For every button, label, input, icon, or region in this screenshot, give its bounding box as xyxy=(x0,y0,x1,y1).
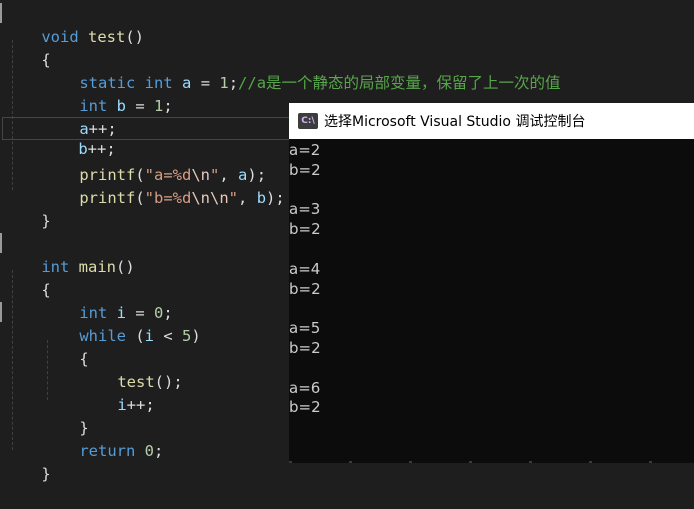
output-line: a=5 xyxy=(289,319,321,338)
code-line: } xyxy=(4,440,50,483)
operator: = xyxy=(191,74,220,92)
comment: //a是一个静态的局部变量，保留了上一次的值 xyxy=(238,74,561,92)
number: 1 xyxy=(154,97,164,115)
number: 5 xyxy=(182,327,192,345)
punctuation: ( xyxy=(126,327,145,345)
code-line: void test() xyxy=(4,3,144,46)
code-line: static int a = 1;//a是一个静态的局部变量，保留了上一次的值 xyxy=(42,49,560,92)
code-line: while (i < 5) xyxy=(42,302,200,345)
output-line: b=2 xyxy=(289,160,321,179)
brace: } xyxy=(41,212,51,230)
code-line: test(); xyxy=(80,348,182,391)
console-icon-label: C:\ xyxy=(301,116,315,126)
variable: b xyxy=(256,189,267,207)
code-line: int main() xyxy=(4,233,134,276)
punctuation: () xyxy=(125,28,144,46)
punctuation: () xyxy=(116,258,135,276)
string: "b=%d xyxy=(144,189,192,207)
punctuation: (); xyxy=(154,373,183,391)
output-line: b=2 xyxy=(289,338,321,357)
variable: a xyxy=(182,74,192,92)
code-line: } xyxy=(42,394,88,437)
variable: i xyxy=(117,396,127,414)
output-line: a=4 xyxy=(289,259,321,278)
output-line: a=3 xyxy=(289,200,321,219)
keyword: return xyxy=(79,442,136,460)
brace: } xyxy=(41,465,51,483)
operator: < xyxy=(154,327,183,345)
fold-marker-while[interactable] xyxy=(0,302,2,322)
code-line: { xyxy=(42,325,88,368)
output-line: b=2 xyxy=(289,279,321,298)
punctuation: , xyxy=(238,189,257,207)
code-line: { xyxy=(4,256,50,299)
number: 1 xyxy=(219,74,229,92)
operator: = xyxy=(126,97,155,115)
output-line: b=2 xyxy=(289,220,321,239)
code-line: { xyxy=(4,26,50,69)
code-line: int i = 0; xyxy=(42,279,172,322)
punctuation: ) xyxy=(191,327,201,345)
current-line-highlight: b++; xyxy=(2,117,302,158)
punctuation: ; xyxy=(163,97,173,115)
punctuation: ( xyxy=(135,189,145,207)
console-app-icon: C:\ xyxy=(298,113,318,129)
string: " xyxy=(228,189,239,207)
output-line: a=2 xyxy=(289,141,321,159)
debug-console-window[interactable]: C:\ 选择Microsoft Visual Studio 调试控制台 a=2 … xyxy=(289,103,694,463)
console-title: 选择Microsoft Visual Studio 调试控制台 xyxy=(324,114,586,130)
punctuation: ; xyxy=(228,74,239,92)
code-line: printf("b=%d\n\n", b); xyxy=(42,164,284,207)
operator: ++; xyxy=(126,396,155,414)
punctuation: ); xyxy=(266,189,285,207)
code-line: int b = 1; xyxy=(42,72,172,115)
code-line: i++; xyxy=(80,371,154,414)
variable: b xyxy=(116,97,127,115)
fold-marker-main[interactable] xyxy=(0,233,2,253)
console-output[interactable]: a=2 b=2 a=3 b=2 a=4 b=2 a=5 b=2 a=6 b=2 xyxy=(289,140,694,417)
code-line: return 0; xyxy=(42,417,163,460)
variable: i xyxy=(144,327,155,345)
escape-sequence: \n\n xyxy=(191,189,229,207)
function-name: test xyxy=(88,28,126,46)
punctuation: ; xyxy=(154,442,164,460)
code-line: } xyxy=(4,187,50,230)
fold-marker-test[interactable] xyxy=(0,3,2,23)
console-titlebar[interactable]: C:\ 选择Microsoft Visual Studio 调试控制台 xyxy=(289,103,694,139)
number: 0 xyxy=(144,442,155,460)
code-line: a++; xyxy=(42,95,116,138)
function-name: main xyxy=(78,258,116,276)
output-line: b=2 xyxy=(289,398,321,417)
function-name: printf xyxy=(79,189,136,207)
code-line: printf("a=%d\n", a); xyxy=(42,141,266,184)
output-line: a=6 xyxy=(289,378,321,397)
